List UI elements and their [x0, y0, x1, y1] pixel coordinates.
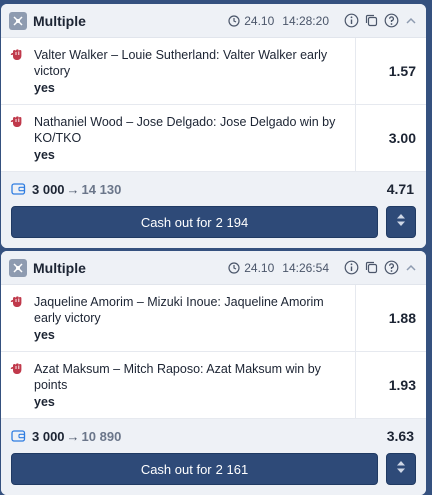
bet-card: Multiple 24.10 14:26:54 Jaqueline Amorim… [1, 251, 426, 495]
selection-row: Valter Walker – Louie Sutherland: Valter… [1, 38, 426, 105]
selection-row: Jaqueline Amorim – Mizuki Inoue: Jaqueli… [1, 285, 426, 352]
cash-out-amount: 2 194 [215, 214, 249, 230]
selection-event: Valter Walker – Louie Sutherland: Valter… [34, 48, 328, 78]
mma-glove-icon [10, 47, 28, 95]
cash-out-amount: 2 161 [215, 461, 249, 477]
potential-payout: 14 130 [81, 181, 122, 197]
cash-out-label: Cash out for [140, 461, 212, 477]
multiple-bet-icon [9, 258, 27, 277]
selection-odd: 3.00 [388, 130, 416, 146]
cash-out-options-button[interactable] [386, 206, 416, 238]
chevron-up-icon[interactable] [404, 261, 418, 275]
clock-icon [228, 14, 240, 27]
mma-glove-icon [10, 361, 28, 409]
selection-event: Azat Maksum – Mitch Raposo: Azat Maksum … [34, 362, 321, 392]
help-icon[interactable] [384, 260, 399, 275]
selection-event: Jaqueline Amorim – Mizuki Inoue: Jaqueli… [34, 295, 324, 325]
up-down-arrows-icon [395, 459, 407, 480]
copy-icon[interactable] [364, 260, 379, 275]
bet-date: 24.10 [244, 13, 275, 28]
mma-glove-icon [10, 294, 28, 342]
bet-header: Multiple 24.10 14:26:54 [1, 251, 426, 285]
bet-time: 14:26:54 [282, 260, 329, 275]
cash-out-label: Cash out for [140, 214, 212, 230]
stake-amount: 3 000 [32, 428, 65, 444]
bet-summary: 3 000 → 14 130 4.71 [11, 180, 416, 198]
copy-icon[interactable] [364, 13, 379, 28]
payout-arrow: → [66, 181, 80, 197]
total-odd: 4.71 [386, 181, 414, 197]
bet-footer: 3 000 → 14 130 4.71 Cash out for 2 194 [1, 172, 426, 248]
selection-pick: yes [34, 328, 55, 342]
info-icon[interactable] [344, 260, 359, 275]
wallet-icon [11, 429, 26, 443]
chevron-up-icon[interactable] [404, 14, 418, 28]
selection-pick: yes [34, 81, 55, 95]
up-down-arrows-icon [395, 212, 407, 233]
selection-row: Nathaniel Wood – Jose Delgado: Jose Delg… [1, 105, 426, 172]
bet-summary: 3 000 → 10 890 3.63 [11, 427, 416, 445]
help-icon[interactable] [384, 13, 399, 28]
bet-datetime: 24.10 14:28:20 [228, 14, 329, 28]
bet-time: 14:28:20 [282, 13, 329, 28]
selection-odd: 1.88 [388, 310, 416, 326]
selection-row: Azat Maksum – Mitch Raposo: Azat Maksum … [1, 352, 426, 419]
selection-event: Nathaniel Wood – Jose Delgado: Jose Delg… [34, 115, 336, 145]
cash-out-button[interactable]: Cash out for 2 161 [11, 453, 378, 485]
bet-card: Multiple 24.10 14:28:20 Valter Walker – … [1, 4, 426, 248]
selection-pick: yes [34, 395, 55, 409]
bet-datetime: 24.10 14:26:54 [228, 261, 329, 275]
bet-date: 24.10 [244, 260, 275, 275]
bet-type-title: Multiple [33, 12, 86, 29]
multiple-bet-icon [9, 11, 27, 30]
selection-odd: 1.57 [388, 63, 416, 79]
total-odd: 3.63 [386, 428, 414, 444]
info-icon[interactable] [344, 13, 359, 28]
bet-footer: 3 000 → 10 890 3.63 Cash out for 2 161 [1, 419, 426, 495]
clock-icon [228, 261, 240, 274]
wallet-icon [11, 182, 26, 196]
cash-out-options-button[interactable] [386, 453, 416, 485]
cash-out-button[interactable]: Cash out for 2 194 [11, 206, 378, 238]
bet-header: Multiple 24.10 14:28:20 [1, 4, 426, 38]
stake-amount: 3 000 [32, 181, 65, 197]
potential-payout: 10 890 [81, 428, 122, 444]
selection-odd: 1.93 [388, 377, 416, 393]
bet-type-title: Multiple [33, 259, 86, 276]
selection-pick: yes [34, 148, 55, 162]
mma-glove-icon [10, 114, 28, 162]
payout-arrow: → [66, 428, 80, 444]
